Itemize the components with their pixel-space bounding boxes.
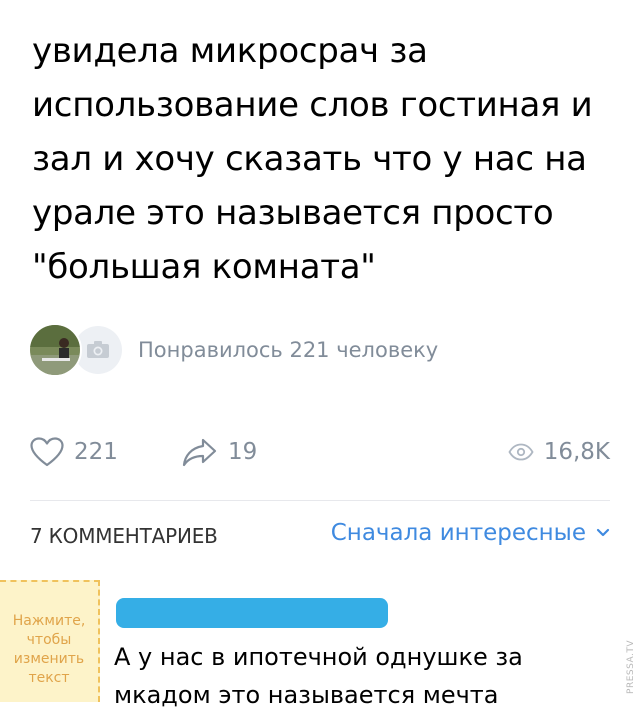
like-button[interactable]: 221: [30, 432, 118, 472]
likers-text[interactable]: Понравилось 221 человеку: [138, 338, 438, 362]
comment-text: А у нас в ипотечной однушке за мкадом эт…: [114, 643, 523, 709]
watermark: PRESSA.TV: [626, 640, 636, 694]
post-actions: 221 19 16,8K: [30, 432, 610, 472]
chevron-down-icon: [596, 528, 610, 537]
views-counter: 16,8K: [508, 432, 610, 472]
comment-author-redacted[interactable]: [116, 598, 388, 628]
camera-icon: [87, 341, 109, 358]
share-button[interactable]: 19: [182, 432, 257, 472]
likers-row[interactable]: Понравилось 221 человеку: [28, 322, 438, 378]
sort-dropdown[interactable]: Сначала интересные: [331, 520, 610, 546]
post-text: увидела микросрач за использование слов …: [32, 31, 593, 287]
views-count: 16,8K: [543, 439, 610, 465]
share-arrow-icon: [182, 438, 217, 467]
like-count: 221: [74, 439, 118, 465]
sticky-note[interactable]: Нажмите, чтобы изменить текст: [0, 580, 100, 702]
divider: [30, 500, 610, 501]
heart-icon: [30, 437, 64, 467]
share-count: 19: [228, 439, 258, 465]
sort-label: Сначала интересные: [330, 520, 586, 546]
liker-avatar[interactable]: [28, 323, 82, 377]
comments-header: 7 КОММЕНТАРИЕВ Сначала интересные: [30, 520, 610, 556]
eye-icon: [508, 443, 534, 461]
comments-count: 7 КОММЕНТАРИЕВ: [30, 524, 218, 548]
user-photo-icon: [30, 325, 80, 375]
